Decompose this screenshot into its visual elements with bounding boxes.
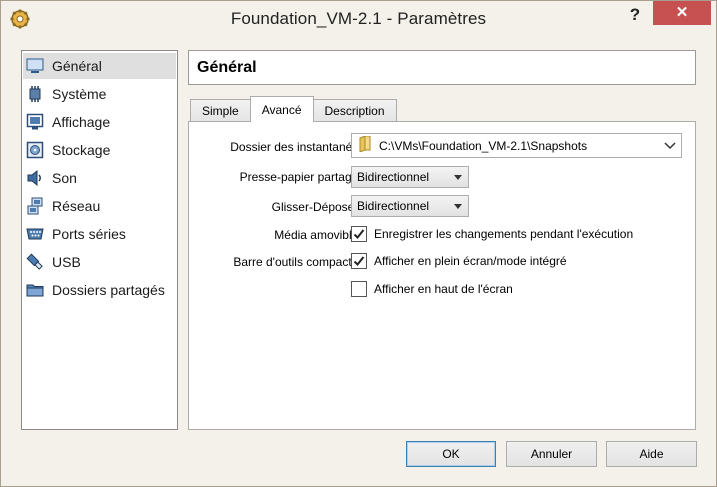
sidebar-item-sound[interactable]: Son bbox=[23, 165, 176, 191]
tab-advanced[interactable]: Avancé bbox=[249, 96, 314, 122]
settings-dialog: Foundation_VM-2.1 - Paramètres ? ✕ Génér… bbox=[0, 0, 717, 487]
cancel-button-label: Annuler bbox=[530, 447, 573, 461]
shared-folders-icon bbox=[26, 281, 44, 299]
snapshot-folder-path: C:\VMs\Foundation_VM-2.1\Snapshots bbox=[379, 138, 588, 153]
save-changes-checkbox[interactable] bbox=[351, 226, 367, 242]
sidebar-item-system[interactable]: Système bbox=[23, 81, 176, 107]
page-title: Général bbox=[197, 59, 257, 76]
help-question-button[interactable]: ? bbox=[623, 3, 647, 27]
sidebar-item-label: Son bbox=[52, 170, 77, 186]
display-icon bbox=[26, 113, 44, 131]
close-button[interactable]: ✕ bbox=[653, 1, 711, 25]
chevron-down-icon bbox=[663, 137, 677, 156]
caret-down-icon bbox=[454, 175, 462, 180]
clipboard-label: Presse-papier partagé : bbox=[239, 170, 365, 184]
general-icon bbox=[26, 57, 44, 75]
minitoolbar-label: Barre d'outils compacte : bbox=[233, 255, 365, 269]
show-fullscreen-label: Afficher en plein écran/mode intégré bbox=[374, 254, 567, 268]
title-bar: Foundation_VM-2.1 - Paramètres ? ✕ bbox=[1, 1, 716, 36]
tab-label: Simple bbox=[202, 104, 239, 118]
sidebar-item-serial-ports[interactable]: Ports séries bbox=[23, 221, 176, 247]
tab-description[interactable]: Description bbox=[312, 99, 397, 122]
cancel-button[interactable]: Annuler bbox=[506, 441, 597, 467]
folder-icon bbox=[359, 135, 371, 155]
sidebar-item-label: Dossiers partagés bbox=[52, 282, 165, 298]
serial-ports-icon bbox=[26, 225, 44, 243]
sidebar-item-storage[interactable]: Stockage bbox=[23, 137, 176, 163]
show-top-checkbox[interactable] bbox=[351, 281, 367, 297]
sidebar-item-shared-folders[interactable]: Dossiers partagés bbox=[23, 277, 176, 303]
section-header: Général bbox=[188, 50, 696, 85]
save-changes-label: Enregistrer les changements pendant l'ex… bbox=[374, 227, 634, 241]
ok-button-label: OK bbox=[442, 447, 460, 461]
help-button-label: Aide bbox=[639, 447, 664, 461]
network-icon bbox=[26, 197, 44, 215]
help-button[interactable]: Aide bbox=[606, 441, 697, 467]
dragdrop-select[interactable]: Bidirectionnel bbox=[351, 195, 469, 217]
tab-bar: Simple Avancé Description bbox=[190, 96, 397, 122]
show-fullscreen-checkbox[interactable] bbox=[351, 253, 367, 269]
tab-label: Avancé bbox=[261, 102, 302, 117]
clipboard-value: Bidirectionnel bbox=[357, 170, 430, 184]
sidebar-item-label: USB bbox=[52, 254, 81, 270]
sidebar-item-usb[interactable]: USB bbox=[23, 249, 176, 275]
window-title: Foundation_VM-2.1 - Paramètres bbox=[230, 9, 487, 28]
show-top-label: Afficher en haut de l'écran bbox=[374, 282, 513, 296]
system-icon bbox=[26, 85, 44, 103]
dragdrop-value: Bidirectionnel bbox=[357, 199, 430, 213]
sidebar-item-label: Réseau bbox=[52, 198, 101, 214]
close-icon: ✕ bbox=[675, 4, 689, 21]
snapshot-folder-select[interactable]: C:\VMs\Foundation_VM-2.1\Snapshots bbox=[351, 133, 682, 158]
sidebar-item-network[interactable]: Réseau bbox=[23, 193, 176, 219]
sidebar-item-label: Général bbox=[52, 58, 102, 74]
sidebar-item-label: Stockage bbox=[52, 142, 111, 158]
show-fullscreen-checkbox-row[interactable]: Afficher en plein écran/mode intégré bbox=[351, 252, 567, 270]
tab-label: Description bbox=[324, 104, 385, 118]
snapshot-folder-label: Dossier des instantanés : bbox=[230, 140, 365, 154]
sidebar-item-display[interactable]: Affichage bbox=[23, 109, 176, 135]
save-changes-checkbox-row[interactable]: Enregistrer les changements pendant l'ex… bbox=[351, 225, 633, 243]
usb-icon bbox=[26, 253, 44, 271]
sidebar-item-label: Système bbox=[52, 86, 107, 102]
clipboard-select[interactable]: Bidirectionnel bbox=[351, 166, 469, 188]
storage-icon bbox=[26, 141, 44, 159]
show-top-checkbox-row[interactable]: Afficher en haut de l'écran bbox=[351, 280, 513, 298]
ok-button[interactable]: OK bbox=[406, 441, 496, 467]
sidebar-item-label: Affichage bbox=[52, 114, 111, 130]
caret-down-icon bbox=[454, 204, 462, 209]
sidebar-item-general[interactable]: Général bbox=[23, 53, 176, 79]
settings-category-list: Général Système Affichage Stockage Son R… bbox=[21, 50, 178, 430]
tab-simple[interactable]: Simple bbox=[190, 99, 251, 122]
sidebar-item-label: Ports séries bbox=[52, 226, 126, 242]
sound-icon bbox=[26, 169, 44, 187]
